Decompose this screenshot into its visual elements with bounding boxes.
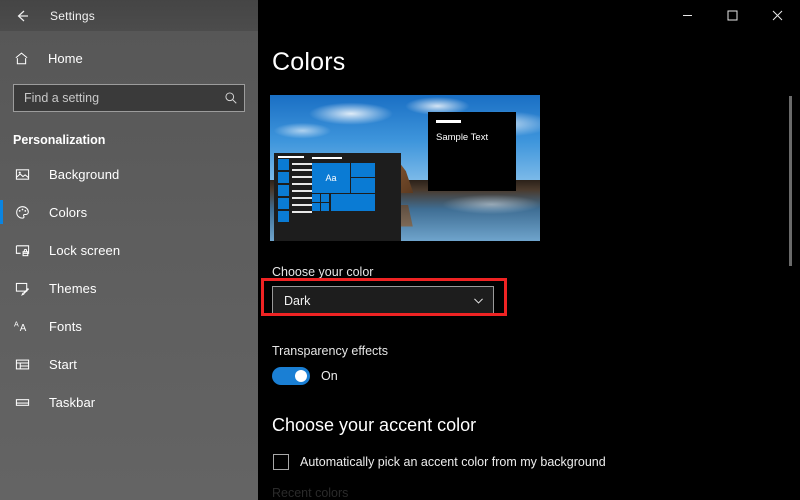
choose-color-value: Dark xyxy=(284,293,311,308)
themes-icon xyxy=(13,281,31,296)
accent-color-heading: Choose your accent color xyxy=(272,415,477,435)
start-icon xyxy=(13,357,31,372)
preview-tile xyxy=(351,178,375,194)
app-title: Settings xyxy=(50,8,95,23)
sidebar-item-themes[interactable]: Themes xyxy=(0,269,258,307)
sidebar-item-fonts[interactable]: A A Fonts xyxy=(0,307,258,345)
sidebar-item-colors[interactable]: Colors xyxy=(0,193,258,231)
fonts-icon: A A xyxy=(13,319,31,334)
preview-window-title-line xyxy=(436,120,461,123)
sidebar-item-lock-screen[interactable]: Lock screen xyxy=(0,231,258,269)
preview-tile xyxy=(331,194,375,212)
preview-tile xyxy=(321,194,329,203)
theme-preview: Aa Sample Text xyxy=(270,95,540,241)
preview-app-square xyxy=(278,185,289,197)
search-placeholder: Find a setting xyxy=(24,91,100,105)
minimize-button[interactable] xyxy=(665,0,710,31)
search-wrapper: Find a setting xyxy=(0,75,258,112)
sidebar-item-start[interactable]: Start xyxy=(0,345,258,383)
main-content: Colors Aa Sample Text Choose your color … xyxy=(258,31,800,500)
choose-color-zone: Dark xyxy=(261,278,800,316)
preview-app-line xyxy=(292,211,312,214)
sidebar-item-label: Lock screen xyxy=(49,242,121,258)
preview-sample-text: Sample Text xyxy=(436,132,489,143)
back-arrow-icon xyxy=(14,8,30,24)
sidebar-item-label: Fonts xyxy=(49,318,83,334)
close-button[interactable] xyxy=(755,0,800,31)
window-body: Home Find a setting Personalization Back… xyxy=(0,31,800,500)
settings-window: Settings Home Find a setting Personaliza… xyxy=(0,0,800,500)
transparency-label: Transparency effects xyxy=(272,344,389,358)
sidebar-item-label: Themes xyxy=(49,280,97,296)
choose-color-dropdown[interactable]: Dark xyxy=(272,286,494,315)
preview-tile-large: Aa xyxy=(312,163,350,194)
sidebar-item-background[interactable]: Background xyxy=(0,155,258,193)
sidebar: Home Find a setting Personalization Back… xyxy=(0,31,258,500)
sidebar-item-label: Start xyxy=(49,356,77,372)
preview-tile xyxy=(312,194,320,203)
back-button[interactable] xyxy=(0,0,44,31)
palette-icon xyxy=(13,205,31,220)
transparency-toggle[interactable] xyxy=(272,367,310,385)
toggle-knob xyxy=(295,370,307,382)
taskbar-icon xyxy=(13,395,31,410)
auto-pick-accent-row[interactable]: Automatically pick an accent color from … xyxy=(273,454,800,470)
search-input[interactable]: Find a setting xyxy=(13,84,245,112)
sidebar-item-label: Colors xyxy=(49,204,88,220)
auto-pick-accent-checkbox[interactable] xyxy=(273,454,289,470)
maximize-button[interactable] xyxy=(710,0,755,31)
preview-tile-grid: Aa xyxy=(312,157,397,239)
choose-color-label: Choose your color xyxy=(272,265,374,279)
main-scrollbar[interactable] xyxy=(789,96,792,266)
minimize-icon xyxy=(682,10,693,21)
recent-colors-label: Recent colors xyxy=(272,486,349,500)
sidebar-item-home[interactable]: Home xyxy=(0,41,258,75)
page-title: Colors xyxy=(272,48,346,76)
preview-app-line xyxy=(292,183,312,186)
preview-app-square xyxy=(278,198,289,210)
svg-text:A: A xyxy=(20,322,27,333)
sidebar-item-label: Taskbar xyxy=(49,394,96,410)
picture-icon xyxy=(13,167,31,182)
preview-app-line xyxy=(292,163,312,166)
auto-pick-accent-label: Automatically pick an accent color from … xyxy=(300,455,606,469)
sidebar-item-taskbar[interactable]: Taskbar xyxy=(0,383,258,421)
preview-app-square xyxy=(278,172,289,184)
preview-sample-window: Sample Text xyxy=(428,112,516,191)
preview-tile xyxy=(351,163,375,178)
preview-app-line xyxy=(292,169,312,172)
preview-app-square xyxy=(278,159,289,171)
preview-start-menu: Aa xyxy=(274,153,401,241)
preview-app-line xyxy=(292,176,312,179)
transparency-state: On xyxy=(321,369,338,383)
svg-text:A: A xyxy=(14,320,19,328)
title-bar: Settings xyxy=(0,0,800,31)
preview-start-app-list xyxy=(278,159,312,241)
window-controls xyxy=(258,0,800,31)
maximize-icon xyxy=(727,10,738,21)
preview-app-line xyxy=(292,204,312,207)
preview-tile xyxy=(312,203,320,212)
preview-start-header-line xyxy=(278,156,304,159)
close-icon xyxy=(772,10,783,21)
sidebar-item-label: Background xyxy=(49,166,120,182)
preview-app-line xyxy=(292,197,312,200)
title-bar-left-region: Settings xyxy=(0,0,258,31)
preview-tile-text: Aa xyxy=(325,173,337,184)
home-icon xyxy=(13,51,30,66)
preview-app-line xyxy=(292,190,312,193)
preview-app-square xyxy=(278,211,289,223)
sidebar-home-label: Home xyxy=(48,50,83,66)
chevron-down-icon xyxy=(472,294,485,307)
preview-tile xyxy=(321,203,329,212)
preview-tile-group-line xyxy=(312,157,342,160)
sidebar-section-title: Personalization xyxy=(13,133,106,147)
lock-screen-icon xyxy=(13,243,31,258)
transparency-row: On xyxy=(272,367,800,385)
search-icon[interactable] xyxy=(224,91,238,105)
